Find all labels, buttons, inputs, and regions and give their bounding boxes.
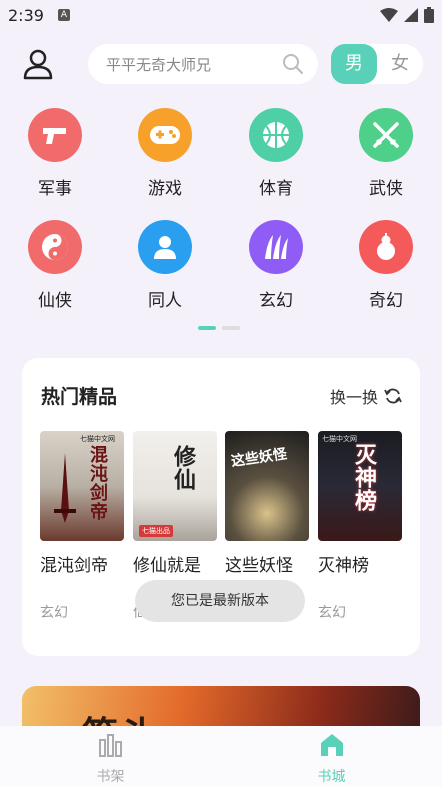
nav-label: 书城 bbox=[317, 769, 346, 785]
pager-dot bbox=[222, 326, 240, 330]
gender-switch: 男 女 bbox=[331, 44, 423, 84]
category-label: 仙侠 bbox=[38, 291, 72, 311]
home-icon bbox=[320, 734, 343, 756]
status-bar: 2:39 A bbox=[0, 0, 442, 30]
search-placeholder: 平平无奇大师兄 bbox=[106, 55, 212, 74]
hot-picks-title: 热门精品 bbox=[41, 386, 118, 408]
cover-title: 混沌剑帝 bbox=[87, 445, 108, 521]
category-game[interactable]: 游戏 bbox=[125, 108, 205, 199]
gamepad-icon bbox=[138, 108, 192, 162]
cover-title: 修仙 bbox=[170, 445, 196, 491]
cover-title: 灭神榜 bbox=[351, 443, 377, 512]
gun-icon bbox=[28, 108, 82, 162]
book-cover: 这些妖怪 bbox=[225, 431, 309, 541]
claw-icon bbox=[249, 220, 303, 274]
category-sports[interactable]: 体育 bbox=[236, 108, 316, 199]
header: 平平无奇大师兄 男 女 bbox=[0, 42, 442, 86]
yinyang-icon bbox=[28, 220, 82, 274]
category-label: 武侠 bbox=[369, 179, 403, 199]
category-label: 体育 bbox=[259, 179, 293, 199]
book-name: 这些妖怪 bbox=[225, 556, 293, 576]
category-fanfic[interactable]: 同人 bbox=[125, 220, 205, 311]
category-xianxia[interactable]: 仙侠 bbox=[15, 220, 95, 311]
book-cover: 七猫中文网 混沌剑帝 bbox=[40, 431, 124, 541]
search-input[interactable]: 平平无奇大师兄 bbox=[88, 44, 318, 84]
book-tag: 玄幻 bbox=[40, 605, 68, 621]
category-label: 玄幻 bbox=[259, 291, 293, 311]
category-fantasy[interactable]: 奇幻 bbox=[346, 220, 426, 311]
bottom-nav: 书架 书城 bbox=[0, 726, 442, 787]
book-name: 修仙就是 bbox=[133, 556, 201, 576]
cover-title: 这些妖怪 bbox=[230, 446, 288, 470]
wifi-icon bbox=[380, 8, 398, 22]
battery-icon bbox=[424, 7, 434, 23]
gourd-icon bbox=[359, 220, 413, 274]
user-profile-button[interactable] bbox=[22, 48, 54, 80]
swords-icon bbox=[359, 108, 413, 162]
nav-label: 书架 bbox=[96, 769, 125, 785]
status-indicators bbox=[380, 7, 434, 23]
bookshelf-icon bbox=[98, 734, 122, 757]
book-cover: 修仙 七猫出品 bbox=[133, 431, 217, 541]
category-wuxia[interactable]: 武侠 bbox=[346, 108, 426, 199]
book-name: 灭神榜 bbox=[318, 556, 369, 576]
app-notification-icon: A bbox=[57, 9, 70, 21]
category-military[interactable]: 军事 bbox=[15, 108, 95, 199]
category-xuanhuan[interactable]: 玄幻 bbox=[236, 220, 316, 311]
book-name: 混沌剑帝 bbox=[40, 556, 108, 576]
signal-icon bbox=[404, 8, 418, 22]
nav-bookshelf[interactable]: 书架 bbox=[0, 726, 221, 787]
refresh-icon bbox=[384, 388, 402, 404]
category-label: 游戏 bbox=[148, 179, 182, 199]
search-icon[interactable] bbox=[282, 53, 304, 75]
cover-badge: 七猫中文网 bbox=[80, 435, 115, 443]
category-pager bbox=[198, 326, 240, 330]
book-item[interactable]: 七猫中文网 灭神榜 灭神榜 玄幻 bbox=[318, 431, 402, 622]
basketball-icon bbox=[249, 108, 303, 162]
gender-female-button[interactable]: 女 bbox=[377, 44, 423, 84]
cover-badge: 七猫出品 bbox=[139, 525, 173, 537]
person-icon bbox=[138, 220, 192, 274]
gender-male-button[interactable]: 男 bbox=[331, 44, 377, 84]
category-label: 同人 bbox=[148, 291, 182, 311]
user-icon bbox=[23, 49, 53, 80]
book-tag: 玄幻 bbox=[318, 605, 346, 621]
nav-bookstore[interactable]: 书城 bbox=[221, 726, 442, 787]
refresh-label: 换一换 bbox=[329, 388, 378, 407]
refresh-button[interactable]: 换一换 bbox=[330, 384, 402, 408]
book-cover: 七猫中文网 灭神榜 bbox=[318, 431, 402, 541]
book-item[interactable]: 七猫中文网 混沌剑帝 混沌剑帝 玄幻 bbox=[40, 431, 124, 622]
category-label: 奇幻 bbox=[369, 291, 403, 311]
toast-message: 您已是最新版本 bbox=[135, 580, 305, 622]
status-time: 2:39 bbox=[8, 5, 44, 25]
pager-dot-active bbox=[198, 326, 216, 330]
category-label: 军事 bbox=[38, 179, 72, 199]
